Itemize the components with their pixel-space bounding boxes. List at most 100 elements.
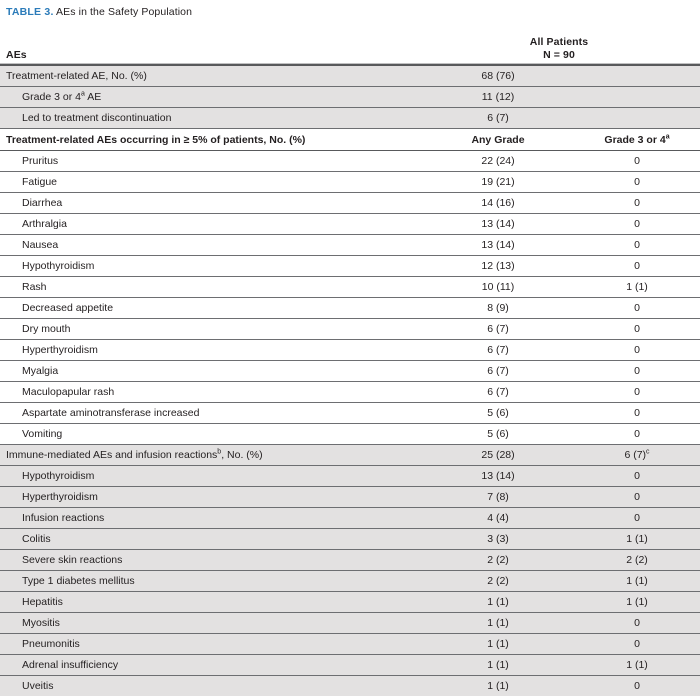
table-row: Vomiting5 (6)0 [0,424,700,445]
table-row: Myalgia 6 (7) 0 [0,361,700,382]
table-row: Immune-mediated AEs and infusion reactio… [0,445,700,466]
ae-label-text: Type 1 diabetes mellitus [22,575,135,587]
cell-value: 10 (11) [482,281,515,293]
ae-label-cell: Aspartate aminotransferase increased [0,403,418,424]
any-grade-cell: 19 (21) [418,172,578,193]
column-header-grade-3-or-4: Grade 3 or 4a [578,129,700,151]
cell-value: 0 [634,638,640,650]
column-header-aes: AEs [0,26,418,66]
cell-value: 0 [634,302,640,314]
cell-value: 0 [634,428,640,440]
grade-3-or-4-cell: 0 [578,424,700,445]
any-grade-cell: 5 (6) [418,403,578,424]
ae-label-cell: Myositis [0,613,418,634]
cell-value: 1 (1) [626,596,648,608]
cell-value: 0 [634,197,640,209]
cell-value: 1 (1) [626,533,648,545]
table-row: Diarrhea 14 (16) 0 [0,193,700,214]
table-row: Hyperthyroidism6 (7)0 [0,340,700,361]
ae-label-cell: Treatment-related AE, No. (%) [0,66,418,87]
any-grade-cell: 1 (1) [418,676,578,696]
any-grade-cell: 13 (14) [418,466,578,487]
grade-3-or-4-cell: 1 (1) [578,592,700,613]
cell-value: 0 [634,365,640,377]
cell-value: 19 (21) [481,176,514,188]
any-grade-cell: 4 (4) [418,508,578,529]
grade-3-or-4-cell: 1 (1) [578,529,700,550]
cell-value: 0 [634,176,640,188]
ae-label-cell: Adrenal insufficiency [0,655,418,676]
any-grade-cell: 13 (14) [418,214,578,235]
table-header: AEs All Patients N = 90 [0,26,700,66]
cell-value: 13 (14) [481,470,514,482]
ae-label-text: Fatigue [22,176,57,188]
any-grade-cell: 6 (7) [418,361,578,382]
any-grade-cell: 22 (24) [418,151,578,172]
all-patients-count: N = 90 [543,49,575,61]
cell-value: 1 (1) [487,680,509,692]
ae-label-cell: Uveitis [0,676,418,696]
grade-3-or-4-cell: 0 [578,466,700,487]
cell-value: 1 (1) [487,617,509,629]
ae-label-text: Pruritus [22,155,58,167]
ae-label-cell: Myalgia [0,361,418,382]
cell-value: 11 (12) [482,91,515,103]
grade-3-or-4-cell: 0 [578,298,700,319]
ae-label-text: Colitis [22,533,51,545]
all-patients-label: All Patients [530,36,588,48]
table-row: Treatment-related AE, No. (%)68 (76) [0,66,700,87]
cell-value: 2 (2) [626,554,648,566]
footnote-marker: c [646,449,650,456]
grade-3-or-4-cell: 1 (1) [578,277,700,298]
cell-value: 22 (24) [481,155,514,167]
cell-value: 4 (4) [487,512,509,524]
ae-label-text: Diarrhea [22,197,62,209]
table-row: Colitis 3 (3) 1 (1) [0,529,700,550]
ae-label-cell: Type 1 diabetes mellitus [0,571,418,592]
grade-3-or-4-cell: 0 [578,382,700,403]
cell-value: 13 (14) [481,218,514,230]
any-grade-cell: 14 (16) [418,193,578,214]
grade-3-or-4-cell: 1 (1) [578,571,700,592]
cell-value: 0 [634,617,640,629]
any-grade-cell: 6 (7) [418,340,578,361]
table-row: Uveitis1 (1)0 [0,676,700,696]
ae-label-cell: Infusion reactions [0,508,418,529]
any-grade-cell: 2 (2) [418,550,578,571]
cell-value: 5 (6) [487,407,509,419]
table-row: Rash 10 (11) 1 (1) [0,277,700,298]
any-grade-cell: 1 (1) [418,634,578,655]
any-grade-cell: 5 (6) [418,424,578,445]
table-row: Hypothyroidism 13 (14) 0 [0,466,700,487]
table-row: Maculopapular rash6 (7)0 [0,382,700,403]
cell-value: 1 (1) [626,281,648,293]
grade-3-or-4-cell: 2 (2) [578,550,700,571]
cell-value: 12 (13) [481,260,514,272]
any-grade-cell: 11 (12) [418,87,578,108]
any-grade-cell: 6 (7) [418,382,578,403]
grade-3-or-4-cell: 0 [578,214,700,235]
ae-label-cell: Rash [0,277,418,298]
ae-label-text: Immune-mediated AEs and infusion reactio… [6,449,217,461]
any-grade-cell: 6 (7) [418,108,578,129]
any-grade-cell: 68 (76) [418,66,578,87]
cell-value: 0 [634,218,640,230]
grade-3-or-4-cell: 6 (7)c [578,445,700,466]
cell-value: 0 [634,407,640,419]
cell-value: 6 (7) [624,449,646,461]
ae-label-cell: Grade 3 or 4a AE [0,87,418,108]
cell-value: 3 (3) [487,533,509,545]
grade-3-or-4-cell: 0 [578,613,700,634]
ae-label-text: Hypothyroidism [22,470,94,482]
ae-label-cell: Arthralgia [0,214,418,235]
table-caption: TABLE 3. AEs in the Safety Population [0,0,700,26]
ae-label-text: Arthralgia [22,218,67,230]
ae-label-cell: Hyperthyroidism [0,487,418,508]
grade-3-or-4-cell: 0 [578,340,700,361]
grade-3-or-4-cell: 0 [578,151,700,172]
table-row: Fatigue 19 (21) 0 [0,172,700,193]
cell-value: 6 (7) [487,365,509,377]
table-row: Led to treatment discontinuation 6 (7) [0,108,700,129]
ae-label-text: Led to treatment discontinuation [22,112,171,124]
ae-label-cell: Led to treatment discontinuation [0,108,418,129]
